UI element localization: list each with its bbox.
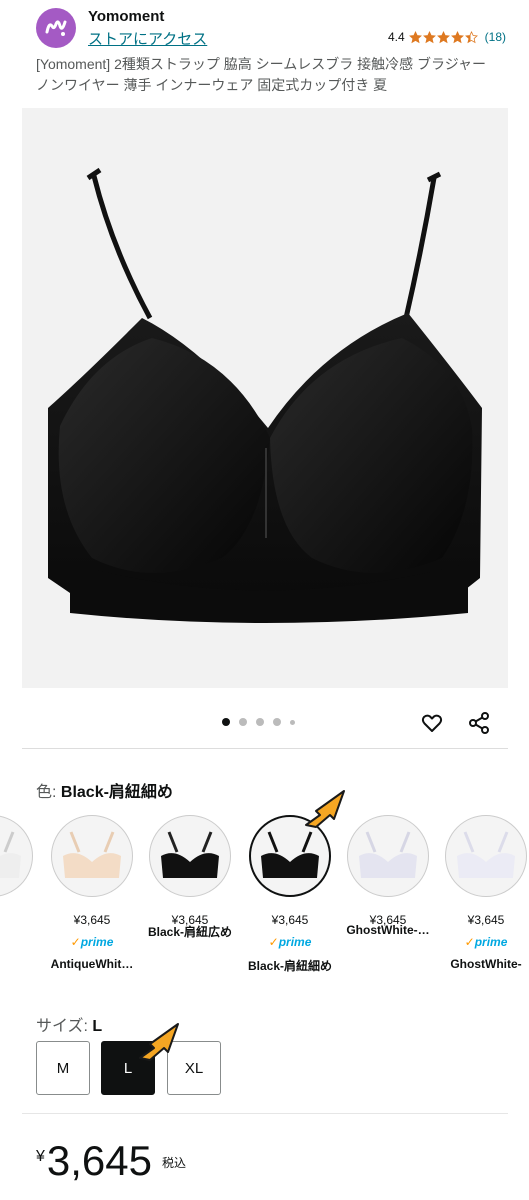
color-option[interactable]: … bbox=[0, 815, 40, 985]
bra-image bbox=[48, 167, 482, 623]
star-icon bbox=[422, 30, 436, 43]
bra-thumbnail-icon bbox=[359, 831, 417, 878]
color-option-name: Black-肩紐広め bbox=[147, 925, 233, 938]
product-title: [Yomoment] 2種類ストラップ 脇高 シームレスブラ 接触冷感 ブラジャ… bbox=[36, 56, 487, 93]
color-option-price: ¥3,645 bbox=[271, 913, 309, 927]
prime-label: prime bbox=[474, 935, 508, 949]
color-option-price bbox=[0, 913, 40, 927]
color-option-name: … bbox=[0, 957, 40, 972]
selected-size: L bbox=[92, 1018, 103, 1035]
carousel-dot[interactable] bbox=[290, 719, 295, 725]
star-icon bbox=[408, 30, 422, 43]
star-rating bbox=[408, 30, 479, 44]
color-option[interactable]: ¥3,645 Black-肩紐広め bbox=[142, 815, 238, 985]
prime-check-icon: ✓ bbox=[268, 935, 279, 949]
star-icon bbox=[436, 30, 450, 43]
color-option-image bbox=[149, 815, 231, 897]
visit-store-link[interactable]: ストアにアクセス bbox=[88, 28, 207, 49]
size-label-row: サイズ: L bbox=[36, 1012, 102, 1036]
store-logo-icon bbox=[45, 20, 67, 36]
price: ¥ 3,645 税込 bbox=[36, 1136, 186, 1186]
prime-check-icon: ✓ bbox=[464, 935, 475, 949]
prime-label: prime bbox=[278, 935, 312, 949]
color-option-image bbox=[0, 815, 33, 897]
currency-symbol: ¥ bbox=[36, 1148, 45, 1165]
size-label: サイズ: bbox=[36, 1018, 93, 1035]
price-amount: 3,645 bbox=[46, 1137, 153, 1184]
color-option-name: GhostWhite-… bbox=[346, 923, 430, 937]
divider bbox=[22, 1113, 508, 1114]
prime-label: prime bbox=[80, 935, 114, 949]
carousel-dot[interactable] bbox=[256, 718, 264, 726]
prime-check-icon: ✓ bbox=[70, 935, 81, 949]
color-option[interactable]: ¥3,645 ✓prime AntiqueWhit… bbox=[44, 815, 140, 985]
rating-value: 4.4 bbox=[387, 30, 405, 44]
bra-thumbnail-icon bbox=[63, 831, 121, 878]
store-header: Yomoment ストアにアクセス 4.4 (18) bbox=[36, 6, 506, 50]
star-icon bbox=[450, 30, 464, 43]
tax-label: 税込 bbox=[162, 1156, 187, 1170]
color-swatches: …¥3,645✓primeAntiqueWhit…¥3,645Black-肩紐広… bbox=[0, 815, 529, 985]
bra-thumbnail-icon bbox=[0, 831, 21, 878]
bra-thumbnail-icon bbox=[161, 831, 219, 878]
color-label: 色: bbox=[36, 784, 61, 801]
carousel-dot[interactable] bbox=[239, 718, 247, 726]
selected-color: Black-肩紐細め bbox=[60, 784, 173, 801]
prime-badge: ✓prime bbox=[438, 935, 529, 949]
bra-thumbnail-icon bbox=[457, 831, 515, 878]
heart-icon[interactable] bbox=[420, 711, 444, 735]
color-option-image bbox=[51, 815, 133, 897]
color-option-name: GhostWhite- bbox=[450, 957, 522, 971]
color-option[interactable]: ¥3,645 ✓prime Black-肩紐細め bbox=[242, 815, 338, 985]
rating-count[interactable]: (18) bbox=[485, 30, 506, 44]
color-option-price: ¥3,645 bbox=[73, 913, 111, 927]
carousel-dot[interactable] bbox=[222, 718, 230, 726]
bra-thumbnail-icon bbox=[261, 831, 319, 878]
color-option-image bbox=[445, 815, 527, 897]
size-option-m[interactable]: M bbox=[36, 1041, 90, 1095]
color-label-row: 色: Black-肩紐細め bbox=[36, 778, 173, 802]
store-logo[interactable] bbox=[36, 8, 76, 48]
prime-badge bbox=[0, 935, 40, 949]
color-option-name: Black-肩紐細め bbox=[247, 959, 333, 972]
color-option[interactable]: ¥3,645 ✓prime GhostWhite- bbox=[438, 815, 529, 985]
color-option-image bbox=[347, 815, 429, 897]
product-image[interactable] bbox=[22, 108, 508, 688]
color-option[interactable]: ¥3,645 GhostWhite-… bbox=[340, 815, 436, 985]
color-option-name: AntiqueWhit… bbox=[50, 957, 134, 971]
share-icon[interactable] bbox=[467, 711, 491, 735]
star-icon bbox=[464, 30, 478, 43]
divider bbox=[22, 748, 508, 749]
prime-badge: ✓prime bbox=[44, 935, 140, 949]
carousel-dots[interactable] bbox=[222, 718, 304, 726]
prime-badge: ✓prime bbox=[242, 935, 338, 949]
pointer-arrow-icon bbox=[305, 790, 345, 828]
carousel-dot[interactable] bbox=[273, 718, 281, 726]
color-option-price: ¥3,645 bbox=[467, 913, 505, 927]
store-name[interactable]: Yomoment bbox=[88, 8, 164, 25]
rating[interactable]: 4.4 (18) bbox=[388, 30, 506, 44]
pointer-arrow-icon bbox=[139, 1023, 179, 1061]
